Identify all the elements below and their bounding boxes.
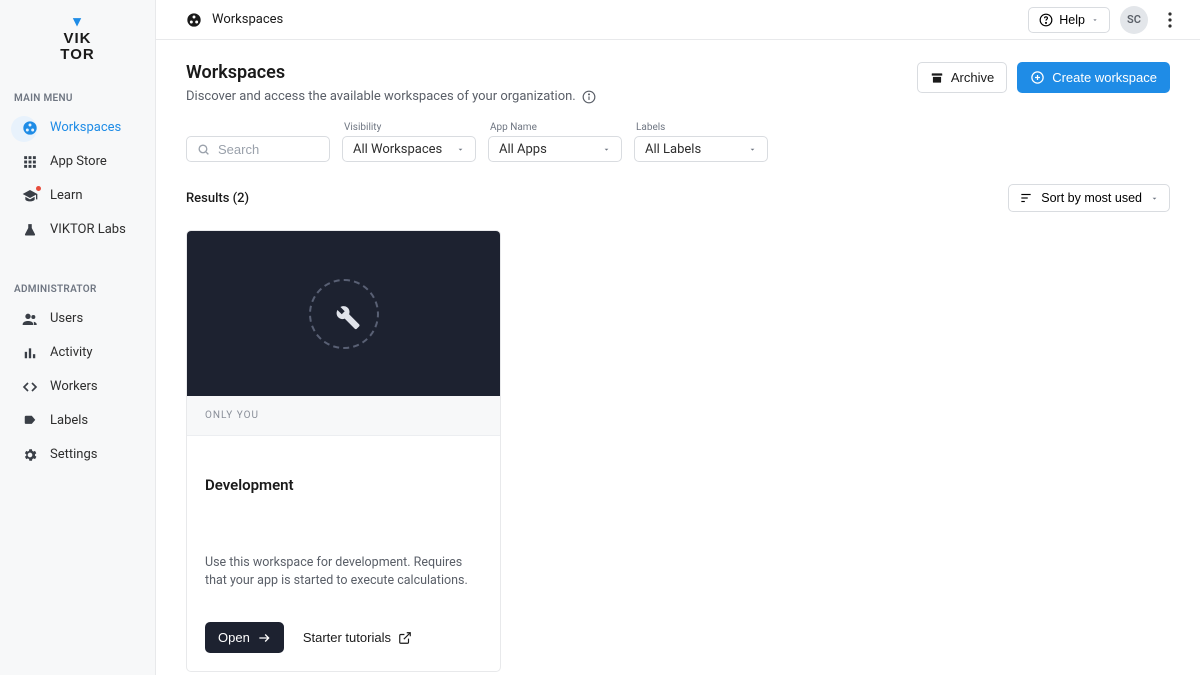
- chevron-down-icon: [1091, 16, 1099, 24]
- nav-section-admin-title: ADMINISTRATOR: [14, 284, 97, 295]
- sort-button[interactable]: Sort by most used: [1008, 184, 1170, 212]
- gear-icon: [22, 447, 38, 463]
- tutorials-link[interactable]: Starter tutorials: [298, 622, 425, 653]
- page-content: Workspaces Discover and access the avail…: [156, 40, 1200, 675]
- nav-section-main: MAIN MENU: [0, 82, 155, 111]
- nav-section-main-title: MAIN MENU: [14, 93, 73, 104]
- open-workspace-button[interactable]: Open: [205, 622, 284, 653]
- arrow-right-icon: [257, 631, 271, 645]
- chevron-down-icon: [456, 145, 465, 154]
- labels-filter-label: Labels: [634, 122, 768, 133]
- bar-chart-icon: [22, 345, 38, 361]
- search-input-wrap[interactable]: [186, 136, 330, 162]
- search-icon: [197, 143, 210, 156]
- sidebar-item-label: Users: [50, 311, 83, 326]
- tutorials-label: Starter tutorials: [303, 630, 391, 645]
- create-workspace-button[interactable]: Create workspace: [1017, 62, 1170, 93]
- sidebar-item-label: Activity: [50, 345, 93, 360]
- page-title: Workspaces: [186, 62, 596, 83]
- nav-section-admin: ADMINISTRATOR: [0, 273, 155, 302]
- users-icon: [22, 311, 38, 327]
- filters-row: Visibility All Workspaces App Name All A…: [186, 122, 1170, 162]
- tag-icon: [22, 413, 38, 429]
- grid-icon: [22, 154, 38, 170]
- sidebar: ▾ VIK TOR MAIN MENU Workspaces App Store: [0, 0, 156, 675]
- archive-icon: [930, 71, 944, 85]
- workspace-card: ONLY YOU Development Use this workspace …: [186, 230, 501, 672]
- card-visibility-strip: ONLY YOU: [187, 396, 500, 436]
- archive-button[interactable]: Archive: [917, 62, 1007, 93]
- card-description: Use this workspace for development. Requ…: [205, 554, 482, 590]
- labels-filter[interactable]: All Labels: [634, 136, 768, 162]
- sidebar-item-label: Settings: [50, 447, 97, 462]
- info-icon[interactable]: [582, 90, 596, 104]
- dashed-circle-icon: [309, 279, 379, 349]
- avatar[interactable]: SC: [1120, 6, 1148, 34]
- sidebar-item-labs[interactable]: VIKTOR Labs: [0, 213, 155, 247]
- workspaces-icon: [186, 12, 202, 28]
- create-label: Create workspace: [1052, 70, 1157, 85]
- sort-icon: [1019, 191, 1033, 205]
- sidebar-item-label: Workers: [50, 379, 98, 394]
- chevron-down-icon: [748, 145, 757, 154]
- sidebar-item-workers[interactable]: Workers: [0, 370, 155, 404]
- topbar: Workspaces Help SC: [156, 0, 1200, 40]
- sidebar-item-labels[interactable]: Labels: [0, 404, 155, 438]
- flask-icon: [22, 222, 38, 238]
- sidebar-item-settings[interactable]: Settings: [0, 438, 155, 472]
- sidebar-item-activity[interactable]: Activity: [0, 336, 155, 370]
- results-bar: Results (2) Sort by most used: [186, 184, 1170, 212]
- graduation-cap-icon: [22, 188, 38, 204]
- sidebar-item-workspaces[interactable]: Workspaces: [0, 111, 155, 145]
- sidebar-item-users[interactable]: Users: [0, 302, 155, 336]
- help-button[interactable]: Help: [1028, 7, 1110, 33]
- sidebar-item-label: Workspaces: [50, 120, 121, 135]
- external-link-icon: [398, 631, 412, 645]
- results-count: Results (2): [186, 191, 249, 206]
- help-circle-icon: [1039, 13, 1053, 27]
- visibility-filter[interactable]: All Workspaces: [342, 136, 476, 162]
- chevron-down-icon: [1150, 194, 1159, 203]
- page-subtitle: Discover and access the available worksp…: [186, 89, 596, 104]
- brand-logo: ▾ VIK TOR: [0, 14, 155, 82]
- card-title: Development: [205, 476, 482, 494]
- app-filter[interactable]: All Apps: [488, 136, 622, 162]
- card-hero: [187, 231, 500, 396]
- archive-label: Archive: [951, 70, 994, 85]
- code-icon: [22, 379, 38, 395]
- help-label: Help: [1059, 13, 1085, 27]
- open-label: Open: [218, 630, 250, 645]
- app-filter-label: App Name: [488, 122, 622, 133]
- sidebar-item-label: Learn: [50, 188, 83, 203]
- sidebar-item-label: App Store: [50, 154, 107, 169]
- workspaces-icon: [22, 120, 38, 136]
- sidebar-item-learn[interactable]: Learn: [0, 179, 155, 213]
- more-menu-button[interactable]: [1158, 8, 1182, 32]
- plus-circle-icon: [1030, 70, 1045, 85]
- visibility-filter-label: Visibility: [342, 122, 476, 133]
- wrench-icon: [327, 297, 361, 331]
- sidebar-item-label: VIKTOR Labs: [50, 222, 126, 237]
- breadcrumb: Workspaces: [212, 12, 283, 27]
- chevron-down-icon: [602, 145, 611, 154]
- sidebar-item-label: Labels: [50, 413, 88, 428]
- sidebar-item-appstore[interactable]: App Store: [0, 145, 155, 179]
- sort-label: Sort by most used: [1041, 191, 1142, 205]
